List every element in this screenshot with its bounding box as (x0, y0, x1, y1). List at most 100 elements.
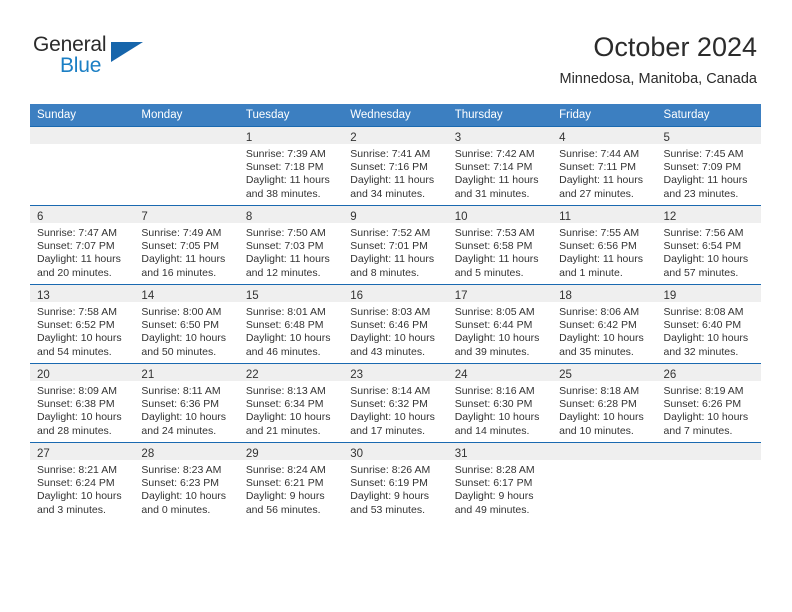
daylight-text: Daylight: 11 hours (245, 253, 330, 266)
calendar-day-cell[interactable]: 21 Sunrise: 8:11 AM Sunset: 6:36 PM Dayligh… (134, 363, 239, 443)
day-number: 9 (350, 211, 357, 223)
calendar-day-cell[interactable]: 19 Sunrise: 8:08 AM Sunset: 6:40 PM Dayligh… (656, 284, 761, 364)
calendar-day-cell[interactable]: 26 Sunrise: 8:19 AM Sunset: 6:26 PM Dayligh… (656, 363, 761, 443)
sunset-text: Sunset: 7:09 PM (663, 161, 742, 174)
day-details: Sunrise: 8:08 AM Sunset: 6:40 PM Daylight:… (657, 302, 761, 359)
daylight-text: Daylight: 10 hours (350, 411, 435, 424)
general-blue-logo[interactable]: General Blue (33, 33, 153, 81)
calendar-day-cell[interactable]: 3 Sunrise: 7:42 AM Sunset: 7:14 PM Daylight… (447, 126, 553, 206)
calendar-day-cell[interactable]: 29 Sunrise: 8:24 AM Sunset: 6:21 PM Dayligh… (238, 442, 344, 521)
sunset-text: Sunset: 6:21 PM (245, 477, 324, 490)
daylight-text: and 8 minutes. (350, 266, 420, 279)
day-number-band: 23 (343, 364, 448, 381)
daylight-text: and 14 minutes. (454, 424, 530, 437)
calendar-day-cell[interactable]: 12 Sunrise: 7:56 AM Sunset: 6:54 PM Dayligh… (656, 205, 761, 285)
day-number: 25 (559, 369, 572, 381)
calendar-day-cell[interactable]: 23 Sunrise: 8:14 AM Sunset: 6:32 PM Dayligh… (343, 363, 448, 443)
sunset-text: Sunset: 7:18 PM (245, 161, 324, 174)
weekday-header-saturday: Saturday (656, 104, 761, 127)
sunrise-text: Sunrise: 8:19 AM (663, 385, 744, 397)
sunrise-text: Sunrise: 8:26 AM (350, 464, 431, 476)
calendar-day-cell[interactable]: 31 Sunrise: 8:28 AM Sunset: 6:17 PM Dayligh… (447, 442, 553, 521)
calendar-day-cell[interactable]: 30 Sunrise: 8:26 AM Sunset: 6:19 PM Dayligh… (343, 442, 448, 521)
calendar-day-cell[interactable]: 9 Sunrise: 7:52 AM Sunset: 7:01 PM Daylight… (343, 205, 448, 285)
day-details: Sunrise: 8:24 AM Sunset: 6:21 PM Daylight:… (239, 460, 343, 517)
sunset-text: Sunset: 6:34 PM (245, 398, 324, 411)
sunrise-text: Sunrise: 7:55 AM (559, 227, 640, 239)
weekday-header-sunday: Sunday (30, 104, 135, 127)
calendar-day-cell[interactable]: 2 Sunrise: 7:41 AM Sunset: 7:16 PM Daylight… (343, 126, 448, 206)
sunset-text: Sunset: 6:50 PM (141, 319, 220, 332)
calendar-day-cell[interactable]: 11 Sunrise: 7:55 AM Sunset: 6:56 PM Dayligh… (552, 205, 657, 285)
calendar-day-cell-empty (134, 126, 239, 206)
sunset-text: Sunset: 6:40 PM (663, 319, 742, 332)
calendar-day-cell[interactable]: 7 Sunrise: 7:49 AM Sunset: 7:05 PM Daylight… (134, 205, 239, 285)
daylight-text: Daylight: 10 hours (559, 332, 644, 345)
calendar-day-cell[interactable]: 13 Sunrise: 7:58 AM Sunset: 6:52 PM Dayligh… (30, 284, 135, 364)
sunrise-text: Sunrise: 8:24 AM (245, 464, 326, 476)
calendar-day-cell[interactable]: 17 Sunrise: 8:05 AM Sunset: 6:44 PM Dayligh… (447, 284, 553, 364)
sunset-text: Sunset: 6:17 PM (454, 477, 533, 490)
sunset-text: Sunset: 6:42 PM (559, 319, 637, 332)
calendar-day-cell[interactable]: 15 Sunrise: 8:01 AM Sunset: 6:48 PM Dayligh… (238, 284, 344, 364)
sunrise-text: Sunrise: 7:42 AM (454, 148, 535, 160)
calendar-day-cell[interactable]: 28 Sunrise: 8:23 AM Sunset: 6:23 PM Dayligh… (134, 442, 239, 521)
weekday-header-wednesday: Wednesday (343, 104, 448, 127)
day-number-band: 18 (552, 285, 657, 302)
calendar-day-cell[interactable]: 5 Sunrise: 7:45 AM Sunset: 7:09 PM Daylight… (656, 126, 761, 206)
sunset-text: Sunset: 6:48 PM (245, 319, 324, 332)
sunrise-text: Sunrise: 8:11 AM (141, 385, 221, 397)
sunset-text: Sunset: 6:52 PM (37, 319, 115, 332)
day-number-band: 10 (447, 206, 553, 223)
sunrise-text: Sunrise: 7:50 AM (245, 227, 326, 239)
title-block: October 2024 Minnedosa, Manitoba, Canada (560, 30, 758, 90)
daylight-text: Daylight: 10 hours (454, 332, 540, 345)
daylight-text: Daylight: 10 hours (141, 490, 227, 503)
day-details: Sunrise: 7:52 AM Sunset: 7:01 PM Daylight:… (343, 223, 447, 280)
daylight-text: and 34 minutes. (350, 187, 425, 200)
calendar-day-cell[interactable]: 6 Sunrise: 7:47 AM Sunset: 7:07 PM Daylight… (30, 205, 135, 285)
calendar-day-cell[interactable]: 16 Sunrise: 8:03 AM Sunset: 6:46 PM Dayligh… (343, 284, 448, 364)
day-number-band: 12 (656, 206, 761, 223)
daylight-text: Daylight: 10 hours (350, 332, 435, 345)
day-number-band: 1 (238, 127, 344, 144)
day-number: 13 (37, 290, 50, 302)
day-number: 2 (350, 132, 357, 144)
day-details: Sunrise: 8:05 AM Sunset: 6:44 PM Daylight:… (448, 302, 552, 359)
day-number: 23 (350, 369, 364, 381)
daylight-text: Daylight: 10 hours (245, 411, 331, 424)
calendar-day-cell[interactable]: 4 Sunrise: 7:44 AM Sunset: 7:11 PM Daylight… (552, 126, 657, 206)
calendar-day-cell[interactable]: 25 Sunrise: 8:18 AM Sunset: 6:28 PM Dayligh… (552, 363, 657, 443)
sunrise-text: Sunrise: 8:08 AM (663, 306, 744, 318)
sunrise-text: Sunrise: 8:05 AM (454, 306, 535, 318)
day-details (657, 460, 761, 464)
sunset-text: Sunset: 6:58 PM (454, 240, 533, 253)
day-details: Sunrise: 8:16 AM Sunset: 6:30 PM Daylight:… (448, 381, 552, 438)
calendar-day-cell[interactable]: 20 Sunrise: 8:09 AM Sunset: 6:38 PM Dayligh… (30, 363, 135, 443)
calendar-day-cell[interactable]: 24 Sunrise: 8:16 AM Sunset: 6:30 PM Dayligh… (447, 363, 553, 443)
calendar-day-cell[interactable]: 27 Sunrise: 8:21 AM Sunset: 6:24 PM Dayligh… (30, 442, 135, 521)
daylight-text: and 10 minutes. (559, 424, 634, 437)
day-number-band: 27 (30, 443, 135, 460)
daylight-text: Daylight: 10 hours (245, 332, 331, 345)
calendar-day-cell[interactable]: 18 Sunrise: 8:06 AM Sunset: 6:42 PM Dayligh… (552, 284, 657, 364)
day-number: 14 (141, 290, 155, 302)
daylight-text: Daylight: 11 hours (350, 253, 435, 266)
calendar-day-cell[interactable]: 22 Sunrise: 8:13 AM Sunset: 6:34 PM Dayligh… (238, 363, 344, 443)
day-details: Sunrise: 8:26 AM Sunset: 6:19 PM Daylight:… (343, 460, 447, 517)
calendar-day-cell[interactable]: 14 Sunrise: 8:00 AM Sunset: 6:50 PM Dayligh… (134, 284, 239, 364)
day-details: Sunrise: 7:55 AM Sunset: 6:56 PM Daylight:… (552, 223, 656, 280)
sunset-text: Sunset: 7:05 PM (141, 240, 220, 253)
day-details: Sunrise: 7:53 AM Sunset: 6:58 PM Daylight:… (448, 223, 552, 280)
daylight-text: and 35 minutes. (559, 345, 634, 358)
daylight-text: Daylight: 11 hours (141, 253, 226, 266)
calendar-week-row: 20 Sunrise: 8:09 AM Sunset: 6:38 PM Dayligh… (30, 363, 761, 443)
daylight-text: and 53 minutes. (350, 503, 425, 516)
sunrise-text: Sunrise: 7:49 AM (141, 227, 222, 239)
day-details: Sunrise: 7:45 AM Sunset: 7:09 PM Daylight:… (657, 144, 761, 201)
calendar-day-cell[interactable]: 10 Sunrise: 7:53 AM Sunset: 6:58 PM Dayligh… (447, 205, 553, 285)
daylight-text: and 16 minutes. (141, 266, 217, 279)
day-number: 7 (141, 211, 148, 223)
calendar-day-cell[interactable]: 1 Sunrise: 7:39 AM Sunset: 7:18 PM Daylight… (238, 126, 344, 206)
calendar-day-cell[interactable]: 8 Sunrise: 7:50 AM Sunset: 7:03 PM Daylight… (238, 205, 344, 285)
